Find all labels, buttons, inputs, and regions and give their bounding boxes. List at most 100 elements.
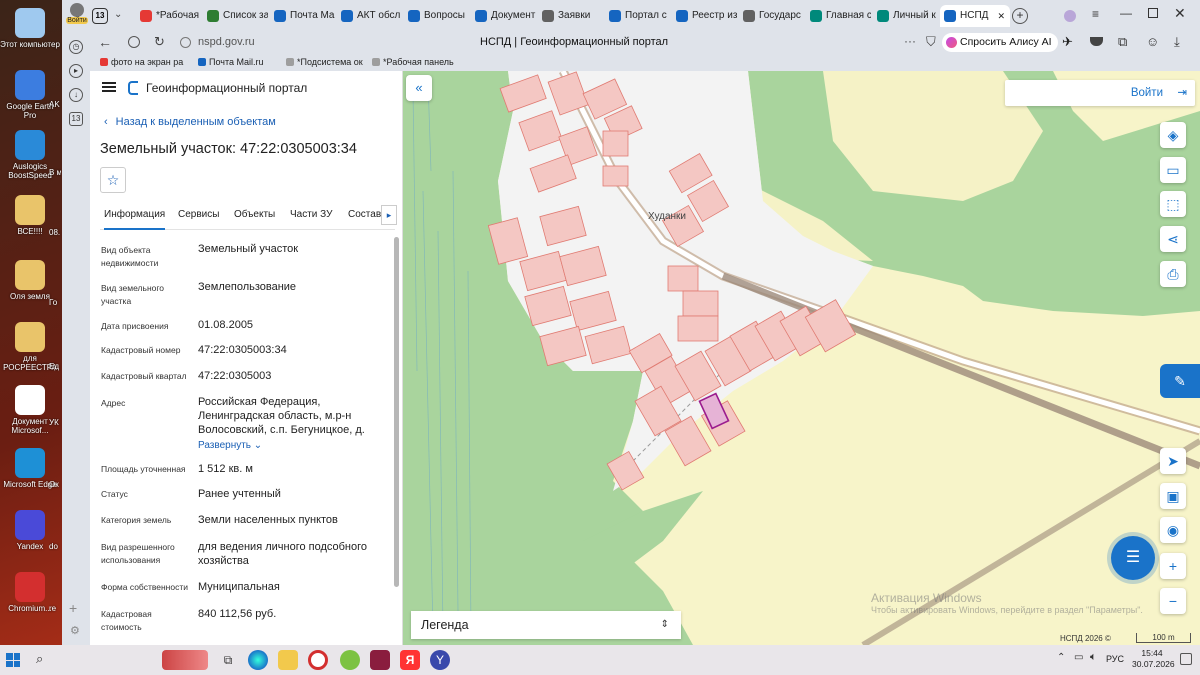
back-icon[interactable]: ←: [98, 34, 112, 50]
minimize-icon[interactable]: —: [1120, 6, 1132, 20]
new-tab-button[interactable]: +: [1012, 8, 1028, 24]
desktop-icon-label-partial[interactable]: Го: [49, 298, 61, 307]
browser-tab[interactable]: Заявки: [538, 5, 603, 27]
bookmark-item[interactable]: *Подсистема ок: [286, 57, 370, 67]
volume-icon[interactable]: 🔈︎: [1090, 651, 1097, 664]
clock[interactable]: 15:44 30.07.2026: [1132, 648, 1175, 670]
tab-info[interactable]: Информация: [104, 209, 166, 230]
desktop-icon-label-partial[interactable]: 08.: [49, 228, 61, 237]
add-panel-icon[interactable]: +: [69, 600, 77, 616]
desktop-icon-label-partial[interactable]: УК: [49, 418, 61, 427]
tray-chevron-icon[interactable]: ⌃: [1057, 652, 1065, 663]
browser-tab[interactable]: Реестр из: [672, 5, 737, 27]
yandex-browser-taskbar-icon[interactable]: Y: [430, 650, 450, 670]
edge-taskbar-icon[interactable]: [248, 650, 268, 670]
notification-icon[interactable]: [1180, 653, 1192, 665]
site-info-icon[interactable]: [180, 37, 191, 48]
downloads-toolbar-icon[interactable]: ⤓: [1174, 34, 1180, 50]
puzzle-icon[interactable]: ⧉: [1118, 34, 1127, 50]
desktop-icon-label-partial[interactable]: В му: [49, 168, 61, 177]
tabs-dropdown-icon[interactable]: ⌄: [114, 9, 122, 20]
close-window-icon[interactable]: ✕: [1174, 5, 1186, 22]
legend-dropdown[interactable]: Легенда ⇕: [411, 611, 681, 639]
task-view-icon[interactable]: ⧉: [218, 650, 238, 670]
print-button[interactable]: ⎙: [1160, 261, 1186, 287]
alice-button[interactable]: Спросить Алису AI: [942, 33, 1058, 52]
winrar-taskbar-icon[interactable]: [370, 650, 390, 670]
settings-icon[interactable]: ⚙: [70, 624, 80, 637]
url-field[interactable]: nspd.gov.ru: [198, 36, 255, 48]
browser-tab[interactable]: Портал с: [605, 5, 670, 27]
tab-item[interactable]: Сервисы: [178, 209, 219, 230]
windows-start-icon[interactable]: [6, 653, 20, 667]
shield-icon[interactable]: [128, 36, 140, 48]
expand-address-link[interactable]: Развернуть ⌄: [198, 440, 262, 451]
browser-tab[interactable]: Вопросы: [404, 5, 469, 27]
locate-button[interactable]: ➤: [1160, 448, 1186, 474]
favorite-button[interactable]: ☆: [100, 167, 126, 193]
profile-icon[interactable]: ☺: [1146, 34, 1159, 49]
tab-count-badge[interactable]: 13: [92, 8, 108, 24]
minimap-button[interactable]: ▣: [1160, 483, 1186, 509]
network-icon[interactable]: ▭: [1074, 652, 1083, 663]
extension-icon-2[interactable]: [1090, 37, 1103, 46]
desktop-icon[interactable]: Документ Microsof...: [0, 385, 60, 435]
browser-tab[interactable]: Главная с: [806, 5, 871, 27]
play-icon[interactable]: ▸: [69, 64, 83, 78]
feedback-icon[interactable]: ✎: [1160, 364, 1200, 398]
menu-icon[interactable]: ≡: [1092, 7, 1099, 21]
bookmark-item[interactable]: Почта Mail.ru: [198, 57, 282, 67]
desktop-icon-label-partial[interactable]: AK: [49, 100, 61, 109]
language-indicator[interactable]: РУС: [1106, 654, 1124, 664]
browser-tab[interactable]: *Рабочая: [136, 5, 201, 27]
login-button[interactable]: Войти ⇥: [1005, 80, 1195, 106]
desktop-icon-label-partial[interactable]: re: [49, 604, 61, 613]
explorer-taskbar-icon[interactable]: [278, 650, 298, 670]
browser-tab[interactable]: АКТ обсл: [337, 5, 402, 27]
tab-item[interactable]: Состав: [348, 209, 381, 230]
collapse-panel-button[interactable]: «: [406, 75, 432, 101]
user-icon[interactable]: [1064, 10, 1076, 22]
browser-tab[interactable]: Почта Mai: [270, 5, 335, 27]
desktop-icon[interactable]: Оля земля: [0, 260, 60, 301]
share-button[interactable]: ⋖: [1160, 226, 1186, 252]
tabs-scroll-right-button[interactable]: ▸: [381, 205, 397, 225]
tab-item[interactable]: Объекты: [234, 209, 275, 230]
reload-icon[interactable]: ↻: [154, 34, 165, 50]
back-to-selected-link[interactable]: ‹ Назад к выделенным объектам: [104, 116, 276, 128]
chat-button[interactable]: ☰: [1111, 536, 1155, 580]
layers-button[interactable]: ◈: [1160, 122, 1186, 148]
more-icon[interactable]: ···: [904, 34, 916, 48]
tab-item[interactable]: Части ЗУ: [290, 209, 332, 230]
zoom-in-button[interactable]: +: [1160, 553, 1186, 579]
desktop-icon-label-partial[interactable]: Ок: [49, 480, 61, 489]
desktop-icon[interactable]: Этот компьютер: [0, 8, 60, 49]
tab-manager-icon[interactable]: 13: [69, 112, 83, 126]
zoom-out-button[interactable]: −: [1160, 588, 1186, 614]
hamburger-icon[interactable]: [102, 82, 116, 92]
browser-tab[interactable]: Государс: [739, 5, 804, 27]
browser-tab[interactable]: Список за: [203, 5, 268, 27]
yandex-taskbar-icon[interactable]: Я: [400, 650, 420, 670]
downloads-icon[interactable]: ↓: [69, 88, 83, 102]
maps-taskbar-icon[interactable]: [340, 650, 360, 670]
browser-tab[interactable]: Личный к: [873, 5, 938, 27]
profile-avatar[interactable]: Войти: [66, 3, 88, 29]
bookmark-icon[interactable]: ⛉: [926, 34, 936, 50]
restore-icon[interactable]: [1148, 8, 1158, 18]
taskbar-widget-icon[interactable]: [162, 650, 208, 670]
desktop-icon-label-partial[interactable]: Ед: [49, 362, 61, 371]
chromium-taskbar-icon[interactable]: [308, 650, 328, 670]
close-tab-icon[interactable]: ✕: [997, 5, 1005, 27]
browser-tab[interactable]: Документ: [471, 5, 536, 27]
extension-icon[interactable]: ✈: [1062, 34, 1073, 50]
bookmark-item[interactable]: фото на экран ра: [100, 57, 184, 67]
search-icon[interactable]: ⌕: [36, 651, 43, 667]
select-area-button[interactable]: ⬚: [1160, 191, 1186, 217]
history-icon[interactable]: ◷: [69, 40, 83, 54]
measure-button[interactable]: ▭: [1160, 157, 1186, 183]
desktop-icon[interactable]: Google Earth Pro: [0, 70, 60, 120]
map-view[interactable]: Худанки « Войти ⇥ ◈ ▭ ⬚ ⋖ ⎙ ✎ ➤ ▣ ◉ ☰ + …: [403, 71, 1200, 645]
browser-tab[interactable]: НСПД ✕: [940, 5, 1010, 27]
bookmark-item[interactable]: *Рабочая панель: [372, 57, 456, 67]
